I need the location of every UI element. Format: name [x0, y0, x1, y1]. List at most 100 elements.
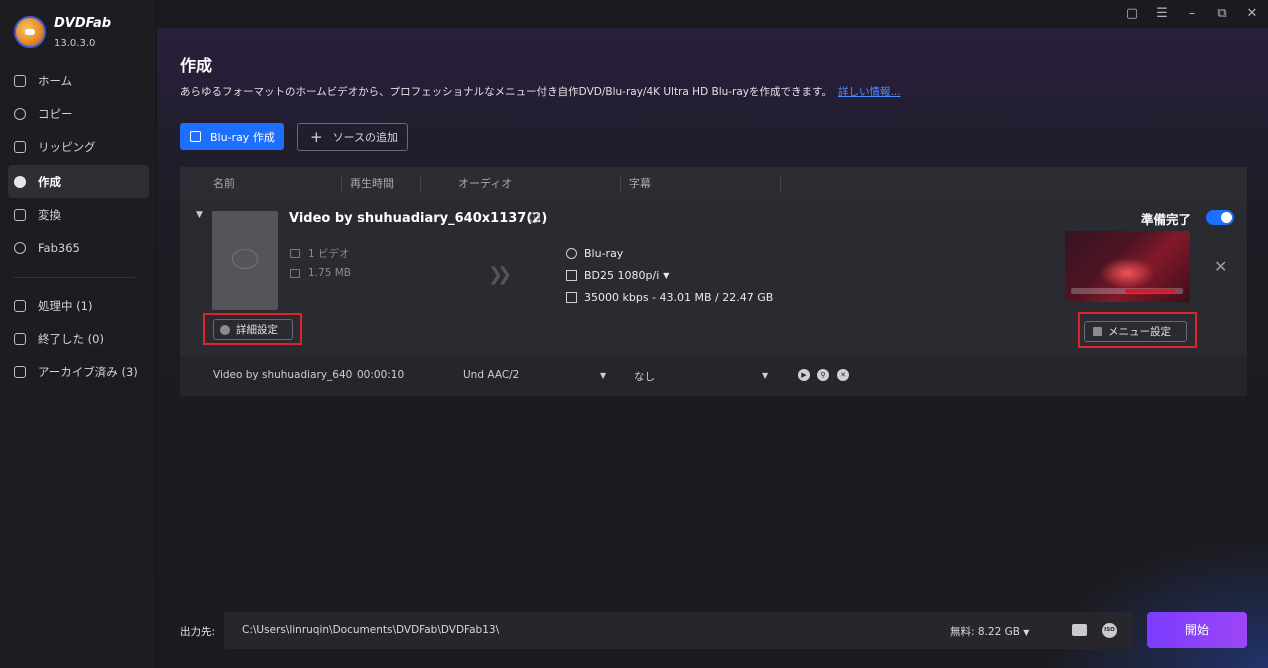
- play-icon[interactable]: ▶: [798, 369, 810, 381]
- sidebar-item-finished[interactable]: 終了した (0): [8, 322, 149, 355]
- iso-icon[interactable]: ISO: [1102, 623, 1117, 638]
- menu-icon[interactable]: ☰: [1152, 4, 1172, 24]
- video-count-text: 1 ビデオ: [308, 248, 350, 260]
- sidebar-item-creator[interactable]: 作成: [8, 165, 149, 198]
- info-icon[interactable]: i: [529, 212, 540, 223]
- sidebar-item-fab365[interactable]: Fab365: [8, 231, 149, 264]
- source-table: 名前 再生時間 オーディオ 字幕 ▼ Video by shuhuadiary_…: [180, 167, 1247, 396]
- sidebar-item-label: Fab365: [38, 240, 80, 255]
- sidebar-item-label: 処理中 (1): [38, 298, 93, 313]
- chevron-down-icon: ▼: [1023, 628, 1030, 637]
- free-space[interactable]: 無料: 8.22 GB ▼: [950, 624, 1029, 639]
- title-bar: ▢ ☰ – ⧉ ✕: [157, 0, 1268, 28]
- dvdfab-logo-icon: [14, 16, 46, 48]
- quality-select[interactable]: BD25 1080p/i ▼: [566, 269, 669, 282]
- video-thumbnail: [212, 211, 278, 310]
- column-separator: [420, 176, 421, 192]
- chevron-down-icon[interactable]: ▼: [600, 371, 606, 380]
- sidebar-item-label: 作成: [38, 174, 61, 189]
- audio-select[interactable]: Und AAC/2: [463, 369, 519, 381]
- bitrate-text: 35000 kbps - 43.01 MB / 22.47 GB: [584, 291, 774, 304]
- remove-track-icon[interactable]: ✕: [837, 369, 849, 381]
- app-name: DVDFab: [54, 16, 112, 31]
- ripper-icon: [14, 140, 26, 153]
- column-duration: 再生時間: [350, 177, 394, 190]
- app-version: 13.0.3.0: [54, 38, 96, 49]
- track-name: Video by shuhuadiary_640: [213, 369, 353, 381]
- minimize-icon[interactable]: –: [1182, 4, 1202, 24]
- column-name: 名前: [213, 177, 235, 190]
- output-path: C:\Users\linruqin\Documents\DVDFab\DVDFa…: [242, 624, 500, 636]
- convert-arrow-icon: ❯❯: [488, 264, 512, 285]
- sidebar-item-label: アーカイブ済み (3): [38, 364, 138, 379]
- add-source-label: ソースの追加: [332, 131, 399, 144]
- more-info-link[interactable]: 詳しい情報...: [838, 86, 901, 98]
- source-item: ▼ Video by shuhuadiary_640x1137(2) i 1 ビ…: [180, 201, 1247, 356]
- search-icon[interactable]: ⚲: [817, 369, 829, 381]
- page-description: あらゆるフォーマットのホームビデオから、プロフェッショナルなメニュー付き自作DV…: [180, 84, 900, 99]
- disc-icon: [190, 131, 201, 142]
- folder-icon[interactable]: [1072, 624, 1087, 636]
- monitor-icon: [566, 270, 577, 281]
- add-source-button[interactable]: + ソースの追加: [297, 123, 408, 151]
- restore-icon[interactable]: ⧉: [1212, 4, 1232, 24]
- film-icon: [290, 249, 300, 258]
- highlight-box: [203, 313, 302, 345]
- start-button[interactable]: 開始: [1147, 612, 1247, 648]
- output-path-field[interactable]: C:\Users\linruqin\Documents\DVDFab\DVDFa…: [224, 612, 1133, 649]
- shirt-icon[interactable]: ▢: [1122, 4, 1142, 24]
- size-icon: [566, 292, 577, 303]
- home-icon: [14, 74, 26, 87]
- output-label: 出力先:: [180, 626, 216, 638]
- remove-item-icon[interactable]: ✕: [1214, 257, 1227, 276]
- close-icon[interactable]: ✕: [1242, 4, 1262, 24]
- archive-icon: [14, 365, 26, 378]
- sidebar-item-ripper[interactable]: リッピング: [8, 130, 149, 163]
- sidebar-item-home[interactable]: ホーム: [8, 64, 149, 97]
- video-title: Video by shuhuadiary_640x1137(2): [289, 211, 548, 226]
- sidebar-item-label: リッピング: [38, 139, 96, 154]
- main-panel: 作成 あらゆるフォーマットのホームビデオから、プロフェッショナルなメニュー付き自…: [157, 28, 1268, 668]
- status-label: 準備完了: [1141, 212, 1192, 227]
- chevron-down-icon: ▼: [663, 271, 670, 280]
- convert-icon: [14, 208, 26, 221]
- sidebar-item-label: 変換: [38, 207, 61, 222]
- bluray-create-button[interactable]: Blu-ray 作成: [180, 123, 284, 150]
- create-label: Blu-ray 作成: [210, 130, 275, 144]
- column-subtitle: 字幕: [629, 177, 651, 190]
- output-format: Blu-ray: [566, 247, 623, 260]
- source-size: 1.75 MB: [290, 267, 351, 279]
- page-title: 作成: [180, 56, 213, 75]
- sidebar-divider: [14, 277, 135, 278]
- sidebar-item-label: ホーム: [38, 73, 73, 88]
- copy-icon: [14, 107, 26, 120]
- highlight-box: [1078, 312, 1197, 348]
- collapse-arrow-icon[interactable]: ▼: [196, 210, 203, 220]
- menu-preview-thumbnail[interactable]: [1065, 231, 1190, 302]
- subtitle-select[interactable]: なし: [634, 369, 655, 384]
- sidebar-item-copy[interactable]: コピー: [8, 97, 149, 130]
- disc-icon: [566, 248, 577, 259]
- bitrate-info: 35000 kbps - 43.01 MB / 22.47 GB: [566, 291, 773, 304]
- creator-icon: [14, 175, 26, 188]
- sidebar-item-archived[interactable]: アーカイブ済み (3): [8, 355, 149, 388]
- column-audio: オーディオ: [458, 177, 513, 190]
- video-count: 1 ビデオ: [290, 246, 350, 261]
- ready-toggle[interactable]: [1206, 210, 1234, 225]
- finished-icon: [14, 332, 26, 345]
- table-header: 名前 再生時間 オーディオ 字幕: [180, 167, 1247, 201]
- quality-text: BD25 1080p/i: [584, 269, 660, 282]
- sidebar-item-label: コピー: [38, 106, 73, 121]
- chevron-down-icon[interactable]: ▼: [762, 371, 768, 380]
- column-separator: [780, 176, 781, 192]
- sidebar: DVDFab 13.0.3.0 ホーム コピー リッピング 作成 変換 Fab3…: [0, 0, 157, 668]
- source-size-text: 1.75 MB: [308, 267, 351, 279]
- sidebar-item-processing[interactable]: 処理中 (1): [8, 289, 149, 322]
- free-space-text: 無料: 8.22 GB: [950, 626, 1020, 638]
- output-format-text: Blu-ray: [584, 247, 624, 260]
- file-icon: [290, 268, 300, 278]
- table-row: Video by shuhuadiary_640 00:00:10 Und AA…: [180, 356, 1247, 396]
- sidebar-item-convert[interactable]: 変換: [8, 198, 149, 231]
- processing-icon: [14, 299, 26, 312]
- fab365-icon: [14, 241, 26, 254]
